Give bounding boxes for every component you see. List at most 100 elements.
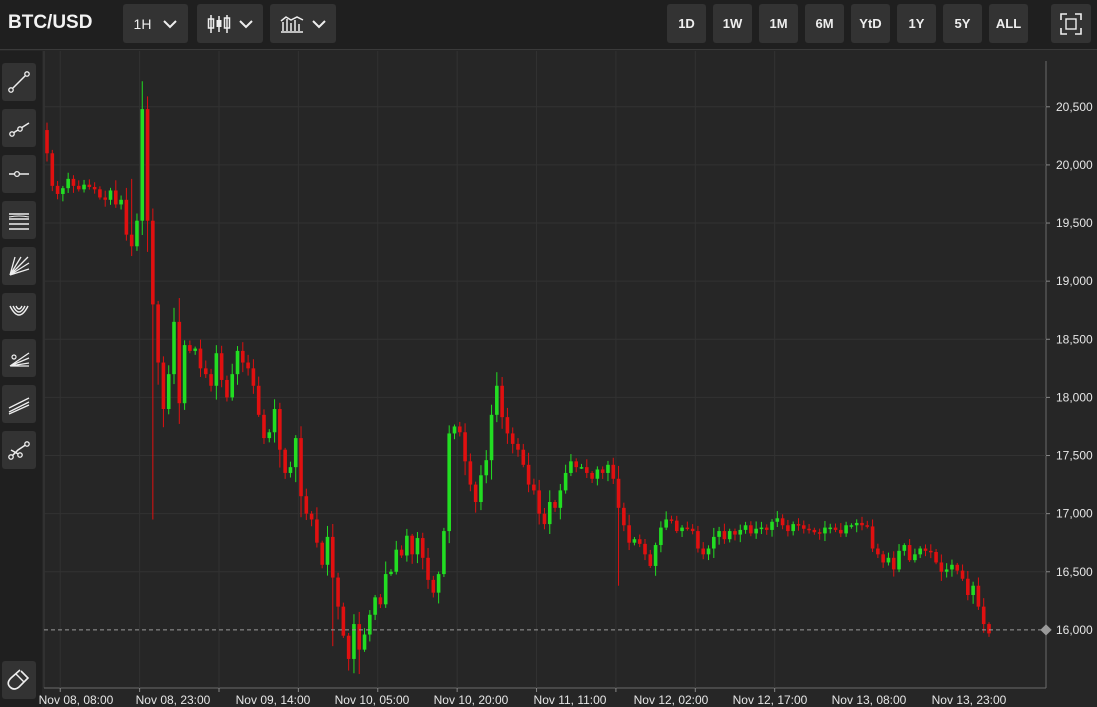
candle-body — [98, 189, 102, 198]
candle-body — [156, 304, 160, 363]
candle-body — [632, 539, 637, 543]
y-tick-label: 17,500 — [1056, 449, 1093, 463]
candle-body — [727, 531, 732, 540]
candle-body — [394, 549, 399, 572]
y-tick-label: 17,000 — [1056, 507, 1093, 521]
y-tick-label: 18,500 — [1056, 332, 1093, 346]
candle-body — [293, 438, 298, 468]
candle-body — [415, 538, 420, 555]
candle-body — [505, 417, 510, 434]
candle-body — [452, 426, 457, 434]
candle-body — [913, 554, 917, 561]
candle-body — [764, 527, 769, 530]
y-tick-label: 19,000 — [1056, 274, 1093, 288]
candle-body — [267, 432, 272, 439]
candle-body — [553, 502, 557, 508]
candle-body — [341, 606, 346, 636]
candle-body — [606, 464, 610, 473]
candle-body — [828, 527, 833, 530]
candle-body — [436, 574, 441, 593]
candle-body — [749, 525, 753, 534]
candle-body — [923, 548, 928, 551]
x-tick-label: Nov 13, 23:00 — [932, 693, 1007, 707]
candle-body — [611, 464, 616, 479]
candle-body — [839, 529, 843, 534]
candle-body — [542, 513, 547, 525]
candle-body — [352, 624, 356, 659]
candle-body — [812, 529, 817, 533]
candle-body — [897, 550, 901, 570]
candle-body — [320, 542, 324, 565]
candle-body — [733, 531, 737, 535]
candle-body — [50, 153, 55, 186]
x-tick-label: Nov 10, 20:00 — [434, 693, 509, 707]
candle-body — [151, 220, 155, 305]
candle-body — [966, 578, 970, 596]
x-tick-label: Nov 08, 23:00 — [136, 693, 211, 707]
candle-body — [558, 490, 563, 508]
candle-body — [971, 585, 975, 596]
candle-body — [648, 554, 653, 566]
candle-body — [246, 362, 250, 369]
candle-body — [420, 538, 425, 558]
candle-body — [124, 199, 129, 235]
candle-body — [685, 527, 690, 530]
candle-body — [590, 472, 594, 479]
candle-body — [637, 539, 642, 544]
candle-body — [330, 536, 335, 578]
candle-body — [854, 522, 859, 526]
candle-body — [569, 461, 573, 473]
x-tick-label: Nov 12, 02:00 — [634, 693, 709, 707]
candle-body — [442, 531, 446, 575]
candle-body — [193, 348, 197, 351]
candle-body — [680, 527, 684, 532]
candle-body — [399, 549, 404, 556]
candle-body — [886, 557, 891, 563]
candle-body — [489, 414, 494, 461]
last-price-marker — [44, 624, 1052, 636]
candle-body — [373, 597, 377, 615]
candle-body — [71, 178, 76, 186]
candle-body — [479, 475, 483, 503]
candle-body — [113, 190, 118, 205]
candle-body — [584, 467, 589, 473]
candle-body — [823, 527, 827, 534]
candle-body — [833, 527, 838, 530]
candle-body — [712, 536, 716, 549]
candle-body — [357, 624, 362, 650]
candle-body — [786, 525, 790, 532]
candle-body — [241, 350, 245, 363]
candle-body — [865, 525, 870, 527]
candle-body — [669, 519, 674, 521]
candle-body — [907, 545, 912, 561]
candle-body — [161, 362, 166, 410]
candle-body — [876, 548, 880, 555]
candle-body — [870, 526, 875, 549]
x-tick-label: Nov 12, 17:00 — [733, 693, 808, 707]
y-tick-label: 20,000 — [1056, 158, 1093, 172]
candle-body — [934, 551, 938, 563]
x-tick-label: Nov 09, 14:00 — [236, 693, 311, 707]
candle-body — [547, 502, 552, 525]
candle-body — [532, 484, 536, 491]
candle-body — [108, 190, 113, 200]
candle-body — [817, 532, 822, 534]
candle-body — [336, 577, 340, 607]
candle-body — [457, 426, 462, 433]
candle-body — [87, 184, 92, 188]
candle-body — [664, 519, 668, 528]
candle-body — [563, 472, 568, 491]
y-tick-label: 16,500 — [1056, 565, 1093, 579]
candle-body — [299, 438, 303, 497]
candle-body — [251, 368, 256, 386]
y-tick-label: 20,500 — [1056, 100, 1093, 114]
candle-body — [600, 469, 605, 473]
price-chart[interactable]: 20,500 20,000 19,500 19,000 18,500 18,000 17,5… — [0, 0, 1097, 707]
candle-body — [722, 531, 727, 540]
candle-body — [256, 385, 261, 415]
candle-body — [188, 345, 192, 351]
candle-body — [495, 385, 499, 415]
candle-body — [616, 478, 621, 508]
candle-body — [981, 606, 986, 625]
candle-body — [939, 562, 944, 572]
